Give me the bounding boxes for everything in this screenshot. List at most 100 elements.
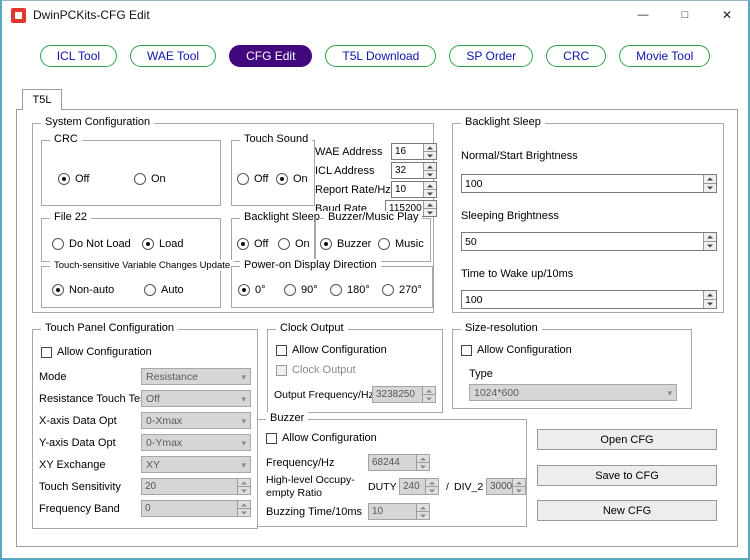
radio-label: Load	[159, 238, 183, 250]
direction-90-radio[interactable]: 90°	[284, 284, 318, 296]
music-radio[interactable]: Music	[378, 238, 424, 250]
normal-brightness-spinner[interactable]: 100	[461, 174, 717, 193]
ratio-separator: /	[446, 481, 449, 493]
spinner-down-button[interactable]	[704, 183, 716, 192]
tool-button-sp-order[interactable]: SP Order	[449, 45, 533, 67]
touch-sound-group: Touch Sound Off On	[231, 140, 315, 206]
spinner-up-button	[238, 479, 250, 486]
mode-label: Mode	[39, 371, 67, 383]
radio-label: Do Not Load	[69, 238, 131, 250]
app-window: DwinPCKits-CFG Edit — □ ✕ ICL Tool WAE T…	[0, 0, 750, 560]
save-to-cfg-button[interactable]: Save to CFG	[537, 465, 717, 486]
file22-do-not-load-radio[interactable]: Do Not Load	[52, 238, 131, 250]
sleeping-brightness-spinner[interactable]: 50	[461, 232, 717, 251]
touch-sound-on-radio[interactable]: On	[276, 173, 308, 185]
div2-spinner: 3000	[486, 478, 526, 495]
icl-address-spinner[interactable]: 32	[391, 162, 437, 179]
direction-270-radio[interactable]: 270°	[382, 284, 422, 296]
checkbox-icon	[266, 433, 277, 444]
size-allow-configuration-checkbox[interactable]: Allow Configuration	[461, 344, 572, 356]
file22-load-radio[interactable]: Load	[142, 238, 183, 250]
group-title: File 22	[50, 211, 91, 223]
spinner-up-button	[426, 479, 438, 486]
output-frequency-label: Output Frequency/Hz	[274, 389, 374, 401]
window-controls: — □ ✕	[622, 1, 748, 29]
spinner-up-button[interactable]	[424, 201, 436, 208]
spinner-value: 32	[392, 163, 423, 178]
clock-allow-configuration-checkbox[interactable]: Allow Configuration	[276, 344, 387, 356]
tab-t5l[interactable]: T5L	[22, 89, 62, 110]
touch-panel-allow-configuration-checkbox[interactable]: Allow Configuration	[41, 346, 152, 358]
dropdown-value: XY	[146, 459, 160, 471]
spinner-value: 3238250	[373, 387, 422, 402]
system-configuration-group: System Configuration CRC Off On Touch So…	[32, 123, 434, 313]
new-cfg-button[interactable]: New CFG	[537, 500, 717, 521]
spinner-up-button[interactable]	[704, 291, 716, 299]
radio-icon	[320, 238, 332, 250]
open-cfg-button[interactable]: Open CFG	[537, 429, 717, 450]
backlight-on-radio[interactable]: On	[278, 238, 310, 250]
spinner-down-button[interactable]	[424, 208, 436, 216]
dropdown-value: 1024*600	[474, 387, 519, 399]
crc-off-radio[interactable]: Off	[58, 173, 89, 185]
touch-sound-off-radio[interactable]: Off	[237, 173, 268, 185]
tool-button-crc[interactable]: CRC	[546, 45, 606, 67]
spinner-arrows	[423, 201, 436, 216]
clock-output-group: Clock Output Allow Configuration Clock O…	[267, 329, 443, 413]
spinner-up-button[interactable]	[424, 182, 436, 189]
maximize-button[interactable]: □	[664, 1, 706, 29]
tool-button-icl-tool[interactable]: ICL Tool	[40, 45, 117, 67]
spinner-down-button	[513, 486, 525, 494]
radio-icon	[52, 284, 64, 296]
spinner-up-button[interactable]	[424, 163, 436, 170]
group-title: Size-resolution	[461, 322, 542, 334]
mode-dropdown: Resistance	[141, 368, 251, 385]
spinner-up-button[interactable]	[704, 175, 716, 183]
spinner-down-button[interactable]	[704, 241, 716, 250]
auto-radio[interactable]: Auto	[144, 284, 184, 296]
radio-label: On	[151, 173, 166, 185]
radio-icon	[278, 238, 290, 250]
tool-button-cfg-edit[interactable]: CFG Edit	[229, 45, 312, 67]
spinner-up-button	[238, 501, 250, 508]
tool-button-wae-tool[interactable]: WAE Tool	[130, 45, 216, 67]
backlight-off-radio[interactable]: Off	[237, 238, 268, 250]
spinner-down-button	[238, 508, 250, 516]
x-axis-data-opt-dropdown: 0-Xmax	[141, 412, 251, 429]
group-title: Touch-sensitive Variable Changes Update	[50, 260, 234, 271]
spinner-value: 10	[392, 182, 423, 197]
tool-button-movie-tool[interactable]: Movie Tool	[619, 45, 710, 67]
radio-label: 180°	[347, 284, 370, 296]
spinner-down-button[interactable]	[424, 170, 436, 178]
report-rate-spinner[interactable]: 10	[391, 181, 437, 198]
radio-icon	[144, 284, 156, 296]
spinner-up-button[interactable]	[704, 233, 716, 241]
spinner-value: 0	[142, 501, 237, 516]
checkbox-icon	[276, 345, 287, 356]
occupy-ratio-label: High-level Occupy-empty Ratio	[266, 474, 366, 500]
buzzer-group: Buzzer Allow Configuration Frequency/Hz …	[257, 419, 527, 527]
group-title: Backlight Sleep	[461, 116, 545, 128]
spinner-down-button[interactable]	[424, 189, 436, 197]
direction-0-radio[interactable]: 0°	[238, 284, 266, 296]
checkbox-icon	[276, 365, 287, 376]
spinner-down-button[interactable]	[424, 151, 436, 159]
buzzer-allow-configuration-checkbox[interactable]: Allow Configuration	[266, 432, 377, 444]
radio-label: 270°	[399, 284, 422, 296]
wae-address-spinner[interactable]: 16	[391, 143, 437, 160]
clock-output-checkbox: Clock Output	[276, 364, 356, 376]
buzzing-time-spinner: 10	[368, 503, 430, 520]
tool-button-t5l-download[interactable]: T5L Download	[325, 45, 436, 67]
crc-on-radio[interactable]: On	[134, 173, 166, 185]
spinner-up-button[interactable]	[424, 144, 436, 151]
minimize-button[interactable]: —	[622, 1, 664, 29]
direction-180-radio[interactable]: 180°	[330, 284, 370, 296]
spinner-down-button[interactable]	[704, 299, 716, 308]
non-auto-radio[interactable]: Non-auto	[52, 284, 114, 296]
buzzer-radio[interactable]: Buzzer	[320, 238, 371, 250]
wake-time-spinner[interactable]: 100	[461, 290, 717, 309]
close-button[interactable]: ✕	[706, 1, 748, 29]
spinner-value: 68244	[369, 455, 416, 470]
radio-icon	[52, 238, 64, 250]
radio-icon	[142, 238, 154, 250]
